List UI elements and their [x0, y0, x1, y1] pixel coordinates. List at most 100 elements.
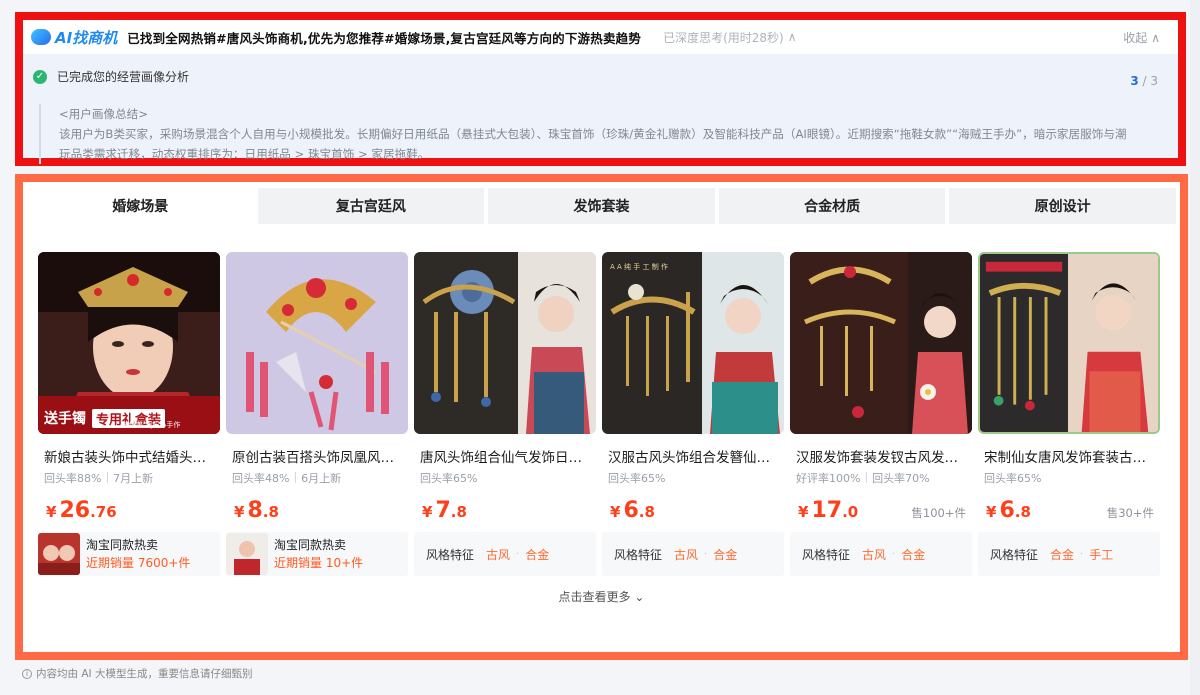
- repeat-rate: 回头率70%: [872, 472, 930, 485]
- product-image[interactable]: [414, 252, 596, 434]
- style-features: 风格特征 古风 · 合金: [602, 532, 784, 576]
- style-features: 风格特征 古风 · 合金: [790, 532, 972, 576]
- disclaimer-text: 内容均由 AI 大模型生成，重要信息请仔细甄别: [36, 668, 253, 680]
- currency: ¥: [46, 503, 57, 521]
- product-meta: 回头率65%: [414, 470, 596, 486]
- price-row: ¥6.8: [602, 498, 784, 523]
- product-card[interactable]: 送手镯 专用礼盒装 苏绣美学|匠心手作 新娘古装头饰中式结婚头… 回头率88% …: [38, 252, 220, 580]
- price-dec: .8: [450, 503, 467, 521]
- repeat-rate: 回头率65%: [420, 472, 478, 485]
- listing-date: 6月上新: [301, 472, 342, 485]
- product-card[interactable]: 唐风头饰组合仙气发饰日… 回头率65% ¥7.8 风格特征 古风 · 合金: [414, 252, 596, 580]
- style-label: 风格特征: [990, 547, 1039, 562]
- product-title[interactable]: 新娘古装头饰中式结婚头…: [38, 446, 220, 466]
- sold-count: 售30+件: [1106, 506, 1154, 520]
- price-row: ¥8.8: [226, 498, 408, 523]
- price-dec: .8: [1014, 503, 1031, 521]
- scroll-track: [1190, 0, 1200, 695]
- price-dec: .8: [638, 503, 655, 521]
- meta-divider: |: [864, 470, 869, 483]
- style-tag[interactable]: 合金: [713, 546, 737, 563]
- currency: ¥: [422, 503, 433, 521]
- product-meta: 回头率65%: [978, 470, 1160, 486]
- price: ¥26.76: [46, 498, 117, 523]
- price: ¥6.8: [610, 498, 655, 523]
- price-dec: .8: [262, 503, 279, 521]
- price-dec: .0: [842, 503, 859, 521]
- headline: 已找到全网热销#唐风头饰商机,优先为您推荐#婚嫁场景,复古宫廷风等方向的下游热卖…: [127, 30, 642, 46]
- style-tag[interactable]: 古风: [486, 546, 510, 563]
- analysis-panel: AI找商机 已找到全网热销#唐风头饰商机,优先为您推荐#婚嫁场景,复古宫廷风等方…: [15, 12, 1186, 166]
- product-title[interactable]: 宋制仙女唐风发饰套装古…: [978, 446, 1160, 466]
- taobao-hot-panel[interactable]: 淘宝同款热卖 近期销量 10+件: [226, 532, 408, 576]
- tab-hair-set[interactable]: 发饰套装: [488, 188, 715, 224]
- price-int: 26: [59, 498, 91, 523]
- currency: ¥: [986, 503, 997, 521]
- price-row: ¥17.0 售100+件: [790, 498, 972, 523]
- tag-divider: ·: [704, 548, 708, 560]
- tag-divider: ·: [516, 548, 520, 560]
- tab-alloy[interactable]: 合金材质: [718, 188, 946, 224]
- info-icon: i: [22, 668, 32, 679]
- ai-logo-icon: [31, 29, 51, 45]
- taobao-label: 淘宝同款热卖: [274, 538, 347, 552]
- product-image[interactable]: 送手镯 专用礼盒装 苏绣美学|匠心手作: [38, 252, 220, 434]
- collapse-button[interactable]: 收起 ∧: [1123, 29, 1160, 46]
- product-image[interactable]: A A 纯 手 工 制 作: [602, 252, 784, 434]
- style-tag[interactable]: 手工: [1089, 546, 1113, 563]
- tab-original-design[interactable]: 原创设计: [949, 188, 1176, 224]
- style-features: 风格特征 古风 · 合金: [414, 532, 596, 576]
- listing-date: 7月上新: [113, 472, 154, 485]
- currency: ¥: [234, 503, 245, 521]
- step-row: ✓ 已完成您的经营画像分析: [23, 54, 1178, 85]
- price: ¥7.8: [422, 498, 467, 523]
- price-dec: .76: [90, 503, 117, 521]
- product-title[interactable]: 原创古装百搭头饰凤凰风…: [226, 446, 408, 466]
- price-int: 6: [623, 498, 639, 523]
- taobao-hot-panel[interactable]: 淘宝同款热卖 近期销量 7600+件: [38, 532, 220, 576]
- tab-wedding[interactable]: 婚嫁场景: [27, 188, 254, 224]
- thinking-toggle[interactable]: 已深度思考(用时28秒) ∧: [663, 29, 796, 46]
- style-tag[interactable]: 合金: [525, 546, 549, 563]
- step-counter: 3 / 3: [1130, 74, 1158, 88]
- tab-palace-retro[interactable]: 复古宫廷风: [257, 188, 485, 224]
- style-tag[interactable]: 古风: [674, 546, 698, 563]
- sold-count: 售100+件: [911, 506, 966, 520]
- style-tag[interactable]: 古风: [862, 546, 886, 563]
- profile-summary: <用户画像总结> 该用户为B类买家，采购场景混含个人自用与小规模批发。长期偏好日…: [39, 104, 1129, 164]
- product-image[interactable]: [978, 252, 1160, 434]
- product-card[interactable]: A A 纯 手 工 制 作 汉服古风头饰组合发簪仙… 回头率65% ¥6.8 风…: [602, 252, 784, 580]
- price-row: ¥6.8 售30+件: [978, 498, 1160, 523]
- style-features: 风格特征 合金 · 手工: [978, 532, 1160, 576]
- style-tag[interactable]: 合金: [1050, 546, 1074, 563]
- product-title[interactable]: 汉服发饰套装发钗古风发…: [790, 446, 972, 466]
- ai-disclaimer: i 内容均由 AI 大模型生成，重要信息请仔细甄别: [22, 666, 252, 681]
- watermark-text: A A 纯 手 工 制 作: [610, 263, 668, 271]
- chevron-up-icon: ∧: [787, 30, 797, 44]
- view-more-button[interactable]: 点击查看更多 ⌄: [23, 588, 1180, 605]
- currency: ¥: [610, 503, 621, 521]
- price-int: 6: [999, 498, 1015, 523]
- products-panel: 婚嫁场景 复古宫廷风 发饰套装 合金材质 原创设计 送手镯 专用礼盒装 苏绣美学…: [15, 174, 1188, 660]
- price-int: 7: [435, 498, 451, 523]
- price-row: ¥7.8: [414, 498, 596, 523]
- product-card[interactable]: 宋制仙女唐风发饰套装古… 回头率65% ¥6.8 售30+件 风格特征 合金 ·…: [978, 252, 1160, 580]
- product-card[interactable]: 原创古装百搭头饰凤凰风… 回头率48% | 6月上新 ¥8.8 淘宝同款热卖 近…: [226, 252, 408, 580]
- product-image[interactable]: [790, 252, 972, 434]
- product-title[interactable]: 唐风头饰组合仙气发饰日…: [414, 446, 596, 466]
- product-card[interactable]: 汉服发饰套装发钗古风发… 好评率100% | 回头率70% ¥17.0 售100…: [790, 252, 972, 580]
- meta-divider: |: [293, 470, 298, 483]
- promo-gift: 送手镯: [44, 411, 86, 427]
- product-list: 送手镯 专用礼盒装 苏绣美学|匠心手作 新娘古装头饰中式结婚头… 回头率88% …: [23, 230, 1180, 580]
- style-label: 风格特征: [802, 547, 851, 562]
- style-tag[interactable]: 合金: [901, 546, 925, 563]
- product-meta: 回头率88% | 7月上新: [38, 470, 220, 486]
- product-title[interactable]: 汉服古风头饰组合发簪仙…: [602, 446, 784, 466]
- rating: 好评率100%: [796, 472, 861, 485]
- logo-text: AI找商机: [55, 28, 118, 47]
- product-meta: 回头率65%: [602, 470, 784, 486]
- chevron-up-icon: ∧: [1151, 30, 1160, 45]
- tag-divider: ·: [892, 548, 896, 560]
- recent-sales: 近期销量 7600+件: [86, 556, 191, 570]
- product-image[interactable]: [226, 252, 408, 434]
